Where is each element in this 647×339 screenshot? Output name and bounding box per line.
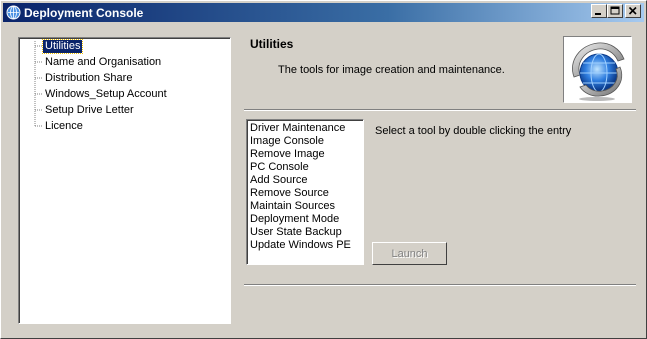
app-globe-icon <box>6 5 21 20</box>
tree-item-distribution-share[interactable]: Distribution Share <box>43 72 134 85</box>
launch-button[interactable]: Launch <box>372 242 447 265</box>
header-divider <box>244 109 636 111</box>
tool-item-deployment-mode[interactable]: Deployment Mode <box>250 213 339 226</box>
tool-hint: Select a tool by double clicking the ent… <box>375 125 572 137</box>
footer-divider <box>244 284 636 286</box>
tool-item-remove-image[interactable]: Remove Image <box>250 148 325 161</box>
tool-item-add-source[interactable]: Add Source <box>250 174 307 187</box>
maximize-icon <box>610 6 620 15</box>
close-icon <box>628 6 637 15</box>
title-bar[interactable]: Deployment Console <box>3 3 644 22</box>
close-button[interactable] <box>625 4 641 18</box>
tree-item-windows-setup-account[interactable]: Windows_Setup Account <box>43 88 169 101</box>
tool-item-update-windows-pe[interactable]: Update Windows PE <box>250 239 351 252</box>
tool-item-remove-source[interactable]: Remove Source <box>250 187 329 200</box>
minimize-button[interactable] <box>591 4 607 18</box>
tool-list[interactable]: Driver Maintenance Image Console Remove … <box>246 119 364 265</box>
deployment-console-window: Deployment Console Utilities Name and Or… <box>0 0 647 339</box>
tool-item-user-state-backup[interactable]: User State Backup <box>250 226 342 239</box>
minimize-icon <box>595 13 601 15</box>
tool-item-driver-maintenance[interactable]: Driver Maintenance <box>250 122 345 135</box>
tool-item-maintain-sources[interactable]: Maintain Sources <box>250 200 335 213</box>
deployment-globe-icon <box>563 36 632 103</box>
tree-item-name-and-organisation[interactable]: Name and Organisation <box>43 56 163 69</box>
settings-tree[interactable]: Utilities Name and Organisation Distribu… <box>18 37 231 324</box>
maximize-button[interactable] <box>607 4 623 18</box>
window-title: Deployment Console <box>24 6 144 20</box>
tree-item-setup-drive-letter[interactable]: Setup Drive Letter <box>43 104 136 117</box>
section-description: The tools for image creation and mainten… <box>278 64 505 76</box>
section-title: Utilities <box>250 37 294 51</box>
tool-item-pc-console[interactable]: PC Console <box>250 161 309 174</box>
tree-item-licence[interactable]: Licence <box>43 120 85 133</box>
tool-item-image-console[interactable]: Image Console <box>250 135 324 148</box>
tree-item-utilities[interactable]: Utilities <box>41 39 84 54</box>
